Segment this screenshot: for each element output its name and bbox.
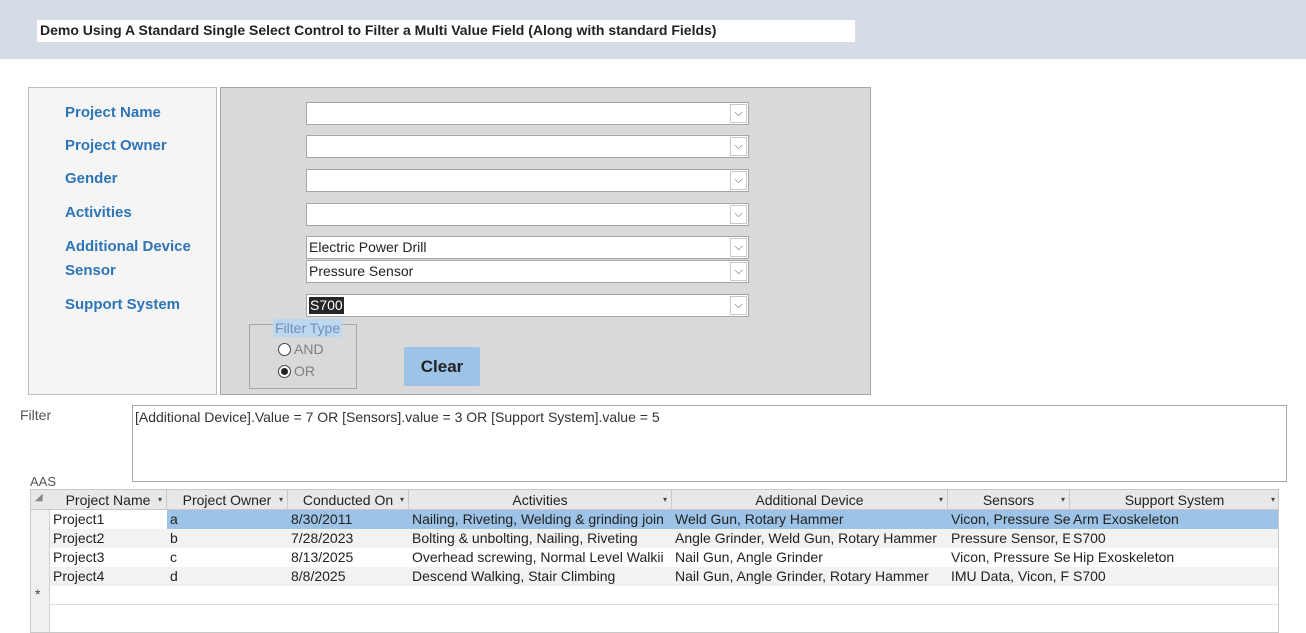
chevron-down-icon[interactable]: ⌵ xyxy=(730,104,747,123)
cell-sensors[interactable]: Vicon, Pressure Se xyxy=(948,548,1070,567)
or-radio-label: OR xyxy=(294,363,315,379)
chevron-down-icon[interactable]: ⌵ xyxy=(730,205,747,224)
radio-or-icon[interactable] xyxy=(278,364,291,378)
table-row[interactable]: Project4 d 8/8/2025 Descend Walking, Sta… xyxy=(50,567,1278,586)
column-header-support-system[interactable]: Support System ▾ xyxy=(1070,490,1278,510)
table-row[interactable]: Project2 b 7/28/2023 Bolting & unbolting… xyxy=(50,529,1278,548)
or-radio[interactable]: OR xyxy=(278,363,315,379)
cell-activities[interactable]: Bolting & unbolting, Nailing, Riveting xyxy=(409,529,672,548)
cell-project-name[interactable]: Project4 xyxy=(50,567,167,586)
column-header-sensors[interactable]: Sensors ▾ xyxy=(948,490,1070,510)
project-name-combo[interactable]: ⌵ xyxy=(306,102,749,125)
sensor-combo[interactable]: Pressure Sensor ⌵ xyxy=(306,260,749,283)
cell-additional-device[interactable]: Nail Gun, Angle Grinder, Rotary Hammer xyxy=(672,567,948,586)
cell-conducted-on[interactable]: 8/13/2025 xyxy=(288,548,409,567)
cell-activities[interactable]: Overhead screwing, Normal Level Walkii xyxy=(409,548,672,567)
cell-project-name[interactable]: Project2 xyxy=(50,529,167,548)
cell-project-name[interactable]: Project1 xyxy=(50,510,167,529)
cell-support-system[interactable]: S700 xyxy=(1070,529,1278,548)
chevron-down-icon[interactable]: ⌵ xyxy=(730,262,747,281)
sort-arrow-icon: ▾ xyxy=(662,495,667,504)
sort-arrow-icon: ▾ xyxy=(1060,495,1065,504)
cell-sensors[interactable]: IMU Data, Vicon, F xyxy=(948,567,1070,586)
additional-device-value: Electric Power Drill xyxy=(309,239,427,255)
sort-arrow-icon: ▾ xyxy=(278,495,283,504)
cell-project-name[interactable]: Project3 xyxy=(50,548,167,567)
and-radio[interactable]: AND xyxy=(278,341,324,357)
sensor-value: Pressure Sensor xyxy=(309,263,414,279)
gender-combo[interactable]: ⌵ xyxy=(306,169,749,192)
additional-device-label: Additional Device xyxy=(65,238,191,255)
and-radio-label: AND xyxy=(294,341,324,357)
page-title: Demo Using A Standard Single Select Cont… xyxy=(37,20,855,42)
cell-project-owner[interactable]: b xyxy=(167,529,288,548)
table-row[interactable]: Project3 c 8/13/2025 Overhead screwing, … xyxy=(50,548,1278,567)
gender-label: Gender xyxy=(65,170,118,187)
chevron-down-icon[interactable]: ⌵ xyxy=(730,171,747,190)
sort-arrow-icon: ▾ xyxy=(157,495,162,504)
cell-sensors[interactable]: Pressure Sensor, E xyxy=(948,529,1070,548)
chevron-down-icon[interactable]: ⌵ xyxy=(730,137,747,156)
project-owner-label: Project Owner xyxy=(65,137,167,154)
column-header-additional-device[interactable]: Additional Device ▾ xyxy=(672,490,948,510)
new-record-marker: * xyxy=(35,586,41,602)
support-system-combo[interactable]: S700 ⌵ xyxy=(306,294,749,317)
sort-arrow-icon: ▾ xyxy=(938,495,943,504)
sort-arrow-icon: ▾ xyxy=(1270,495,1275,504)
cell-project-owner[interactable]: d xyxy=(167,567,288,586)
sort-arrow-icon: ▾ xyxy=(399,495,404,504)
column-header-project-owner[interactable]: Project Owner ▾ xyxy=(167,490,288,510)
cell-project-owner[interactable]: a xyxy=(167,510,288,529)
support-system-value: S700 xyxy=(309,297,344,314)
additional-device-combo[interactable]: Electric Power Drill ⌵ xyxy=(306,236,749,259)
radio-and-icon[interactable] xyxy=(278,342,291,356)
cell-activities[interactable]: Nailing, Riveting, Welding & grinding jo… xyxy=(409,510,672,529)
datasheet-caption: AAS xyxy=(30,474,57,489)
filter-type-legend: Filter Type xyxy=(273,319,343,337)
activities-combo[interactable]: ⌵ xyxy=(306,203,749,226)
table-row[interactable]: Project1 a 8/30/2011 Nailing, Riveting, … xyxy=(50,510,1278,529)
cell-conducted-on[interactable]: 7/28/2023 xyxy=(288,529,409,548)
chevron-down-icon[interactable]: ⌵ xyxy=(730,296,747,315)
cell-activities[interactable]: Descend Walking, Stair Climbing xyxy=(409,567,672,586)
select-all-triangle-icon[interactable]: ◢ xyxy=(35,492,43,503)
cell-support-system[interactable]: Hip Exoskeleton xyxy=(1070,548,1278,567)
cell-additional-device[interactable]: Angle Grinder, Weld Gun, Rotary Hammer xyxy=(672,529,948,548)
new-record-row[interactable] xyxy=(50,586,1278,605)
datasheet-grid: ◢ Project Name ▾ Project Owner ▾ Conducted… xyxy=(30,489,1279,633)
cell-additional-device[interactable]: Weld Gun, Rotary Hammer xyxy=(672,510,948,529)
activities-label: Activities xyxy=(65,204,132,221)
record-selector-column[interactable] xyxy=(31,490,50,632)
column-header-conducted-on[interactable]: Conducted On ▾ xyxy=(288,490,409,510)
sensor-label: Sensor xyxy=(65,262,116,279)
cell-sensors[interactable]: Vicon, Pressure Se xyxy=(948,510,1070,529)
cell-additional-device[interactable]: Nail Gun, Angle Grinder xyxy=(672,548,948,567)
filter-textbox[interactable]: [Additional Device].Value = 7 OR [Sensor… xyxy=(132,405,1287,482)
project-name-label: Project Name xyxy=(65,104,161,121)
cell-support-system[interactable]: Arm Exoskeleton xyxy=(1070,510,1278,529)
column-header-activities[interactable]: Activities ▾ xyxy=(409,490,672,510)
column-header-project-name[interactable]: Project Name ▾ xyxy=(50,490,167,510)
filter-label: Filter xyxy=(20,407,52,423)
cell-support-system[interactable]: S700 xyxy=(1070,567,1278,586)
chevron-down-icon[interactable]: ⌵ xyxy=(730,238,747,257)
datasheet-header: ◢ Project Name ▾ Project Owner ▾ Conducted… xyxy=(31,490,1278,510)
clear-button[interactable]: Clear xyxy=(404,347,480,386)
project-owner-combo[interactable]: ⌵ xyxy=(306,135,749,158)
cell-conducted-on[interactable]: 8/8/2025 xyxy=(288,567,409,586)
cell-project-owner[interactable]: c xyxy=(167,548,288,567)
cell-conducted-on[interactable]: 8/30/2011 xyxy=(288,510,409,529)
support-system-label: Support System xyxy=(65,296,181,313)
